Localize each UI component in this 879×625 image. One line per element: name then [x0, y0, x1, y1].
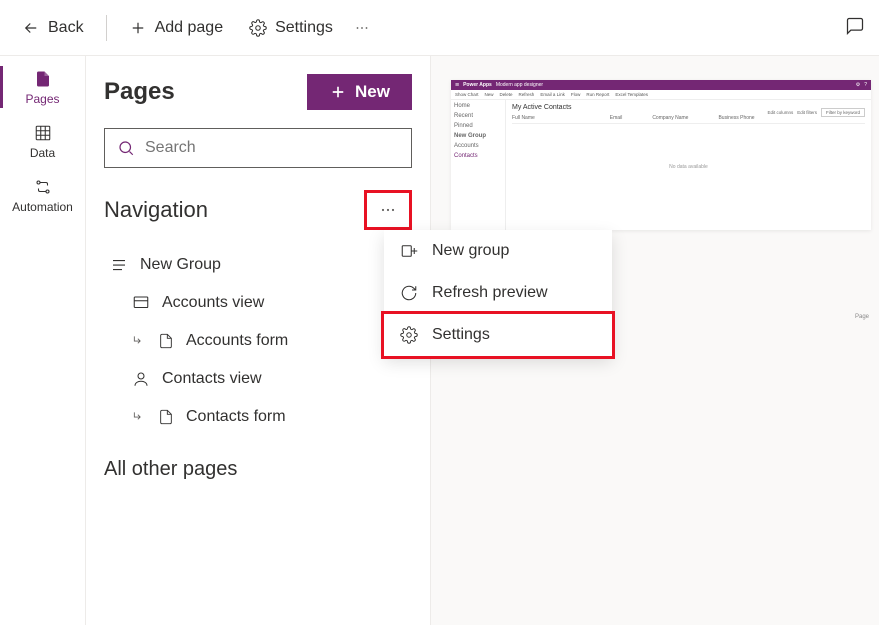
nav-contacts-view[interactable]: Contacts view	[104, 360, 412, 398]
nav-accounts-view[interactable]: Accounts view	[104, 284, 412, 322]
preview-page-indicator: Page	[855, 314, 869, 320]
preview-tb-item: Email a Link	[540, 92, 565, 97]
nav-item-label: Contacts form	[186, 408, 286, 426]
new-page-button[interactable]: New	[307, 74, 412, 110]
preview-col: Full Name	[512, 115, 535, 121]
preview-filter-box: Filter by keyword	[821, 108, 865, 117]
app-preview: ≡ Power Apps Modern app designer ⚙ ? Sho…	[451, 80, 871, 230]
menu-settings[interactable]: Settings	[381, 311, 615, 359]
preview-side-item: Contacts	[454, 153, 502, 159]
navigation-heading: Navigation	[104, 197, 208, 223]
rail-data[interactable]: Data	[0, 114, 85, 168]
menu-refresh-preview[interactable]: Refresh preview	[384, 272, 612, 314]
preview-side-item: Accounts	[454, 143, 502, 149]
search-icon	[117, 139, 135, 157]
page-icon	[34, 70, 52, 88]
gear-icon	[400, 326, 418, 344]
preview-main: My Active Contacts Edit columns Edit fil…	[506, 100, 871, 230]
navigation-context-menu: New group Refresh preview Settings	[384, 230, 612, 356]
nav-accounts-form[interactable]: Accounts form	[104, 322, 412, 360]
pages-title: Pages	[104, 78, 175, 106]
preview-tb-item: Show Chart	[455, 92, 479, 97]
plus-icon	[129, 19, 147, 37]
preview-tb-item: New	[485, 92, 494, 97]
search-box[interactable]	[104, 128, 412, 168]
top-more-button[interactable]	[349, 13, 375, 43]
nav-group[interactable]: New Group	[104, 246, 412, 284]
preview-side-item: New Group	[454, 133, 502, 139]
all-other-pages-heading: All other pages	[104, 458, 412, 481]
gear-icon	[249, 19, 267, 37]
group-icon	[110, 256, 128, 274]
preview-col: Business Phone	[718, 115, 754, 121]
rail-pages[interactable]: Pages	[0, 60, 85, 114]
left-rail: Pages Data Automation	[0, 56, 86, 625]
nav-item-label: Contacts view	[162, 370, 262, 388]
add-page-button[interactable]: Add page	[119, 13, 234, 43]
back-label: Back	[48, 19, 84, 37]
back-arrow-icon	[22, 19, 40, 37]
more-icon	[353, 19, 371, 37]
data-icon	[34, 124, 52, 142]
rail-data-label: Data	[30, 146, 55, 160]
new-group-icon	[400, 242, 418, 260]
preview-tb-item: Excel Templates	[615, 92, 648, 97]
menu-label: Refresh preview	[432, 284, 548, 302]
preview-brand: Power Apps	[463, 82, 492, 88]
automation-icon	[34, 178, 52, 196]
search-input[interactable]	[145, 139, 399, 157]
rail-automation[interactable]: Automation	[0, 168, 85, 222]
nav-item-label: Accounts view	[162, 294, 264, 312]
more-icon	[378, 200, 398, 220]
preview-tb-item: Flow	[571, 92, 581, 97]
preview-header: ≡ Power Apps Modern app designer ⚙ ?	[451, 80, 871, 90]
plus-icon	[329, 83, 347, 101]
chat-icon	[845, 16, 865, 36]
menu-new-group[interactable]: New group	[384, 230, 612, 272]
add-page-label: Add page	[155, 19, 224, 37]
preview-tb-item: Run Report	[586, 92, 609, 97]
navigation-more-button[interactable]	[364, 190, 412, 230]
subitem-icon	[132, 334, 146, 348]
nav-item-label: Accounts form	[186, 332, 288, 350]
preview-side-item: Home	[454, 103, 502, 109]
form-icon	[158, 409, 174, 425]
preview-side-item: Recent	[454, 113, 502, 119]
back-button[interactable]: Back	[12, 13, 94, 43]
form-icon	[158, 333, 174, 349]
preview-tb-item: Refresh	[519, 92, 535, 97]
preview-col: Company Name	[652, 115, 688, 121]
settings-button[interactable]: Settings	[239, 13, 343, 43]
preview-side-item: Pinned	[454, 123, 502, 129]
person-icon	[132, 370, 150, 388]
rail-automation-label: Automation	[12, 200, 73, 214]
menu-label: New group	[432, 242, 509, 260]
nav-contacts-form[interactable]: Contacts form	[104, 398, 412, 436]
preview-empty-state: No data available	[512, 164, 865, 170]
preview-toolbar: Show Chart New Delete Refresh Email a Li…	[451, 90, 871, 100]
preview-app-name: Modern app designer	[496, 82, 543, 88]
menu-label: Settings	[432, 326, 490, 344]
new-label: New	[355, 82, 390, 102]
rail-pages-label: Pages	[25, 92, 59, 106]
view-icon	[132, 294, 150, 312]
divider	[106, 15, 107, 41]
preview-tb-item: Delete	[500, 92, 513, 97]
preview-edit-filters: Edit filters	[797, 110, 817, 115]
preview-edit-columns: Edit columns	[767, 110, 793, 115]
subitem-icon	[132, 410, 146, 424]
preview-sidebar: Home Recent Pinned New Group Accounts Co…	[451, 100, 506, 230]
pages-panel: Pages New Navigation New Group Accounts …	[86, 56, 431, 625]
nav-group-label: New Group	[140, 256, 221, 274]
feedback-button[interactable]	[845, 16, 865, 36]
settings-label: Settings	[275, 19, 333, 37]
preview-col: Email	[610, 115, 623, 121]
refresh-icon	[400, 284, 418, 302]
